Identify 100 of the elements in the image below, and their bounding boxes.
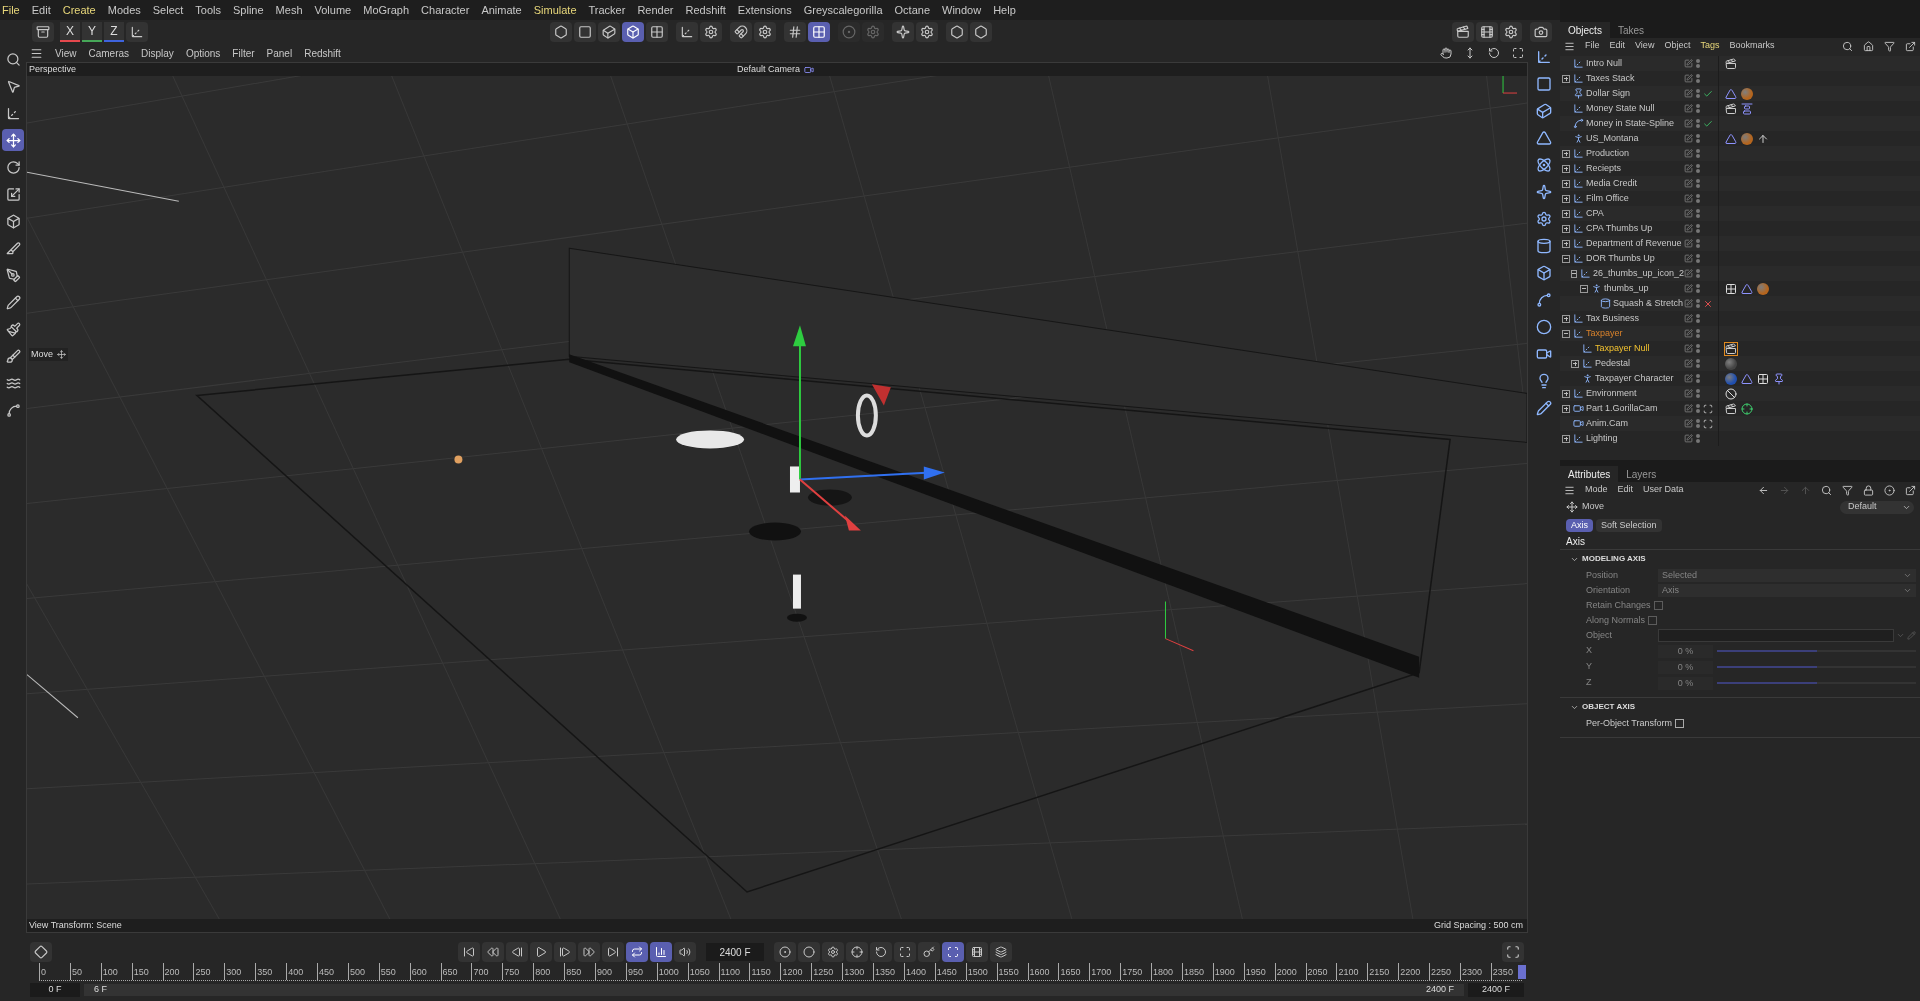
- edit-icon[interactable]: [1684, 314, 1693, 323]
- render-settings-icon[interactable]: [1500, 22, 1522, 42]
- visibility-dots-icon[interactable]: [1696, 314, 1700, 323]
- visibility-dots-icon[interactable]: [1696, 149, 1700, 158]
- axis-lock-button[interactable]: X: [60, 22, 80, 42]
- material-tag-icon[interactable]: [1725, 372, 1737, 385]
- view-menu-item[interactable]: Options: [185, 45, 221, 61]
- search-icon[interactable]: [1821, 484, 1832, 496]
- magnet-icon[interactable]: [730, 22, 752, 42]
- edit-icon[interactable]: [1684, 344, 1693, 353]
- edit-icon[interactable]: [1684, 374, 1693, 383]
- menu-icon[interactable]: [1564, 484, 1575, 496]
- attribute-tab[interactable]: Soft Selection: [1596, 518, 1662, 532]
- expand-toggle[interactable]: [1562, 224, 1570, 233]
- prev-frame-icon[interactable]: [506, 942, 528, 962]
- settings-icon[interactable]: [754, 22, 776, 42]
- menu-item[interactable]: Tracker: [588, 1, 626, 19]
- visibility-dots-icon[interactable]: [1696, 404, 1700, 413]
- edit-icon[interactable]: [1684, 89, 1693, 98]
- check-icon[interactable]: [1703, 118, 1713, 129]
- collapse-toggle[interactable]: [1562, 329, 1570, 338]
- grid-icon[interactable]: [784, 22, 806, 42]
- visibility-dots-icon[interactable]: [1696, 284, 1700, 293]
- checker-tag-icon[interactable]: [1725, 282, 1737, 295]
- menu-item[interactable]: MoGraph: [363, 1, 410, 19]
- points-mode-icon[interactable]: [550, 22, 572, 42]
- axis-lock-button[interactable]: Z: [104, 22, 124, 42]
- object-name[interactable]: Tax Business: [1586, 311, 1640, 326]
- expand-toggle[interactable]: [1562, 149, 1570, 158]
- material-tag-icon[interactable]: [1757, 282, 1769, 295]
- menu-item[interactable]: Spline: [233, 1, 264, 19]
- settings-icon[interactable]: [822, 942, 844, 962]
- visibility-dots-icon[interactable]: [1696, 209, 1700, 218]
- expand-toggle[interactable]: [1562, 314, 1570, 323]
- crosshair-icon[interactable]: [846, 942, 868, 962]
- visibility-dots-icon[interactable]: [1696, 104, 1700, 113]
- external-link-icon[interactable]: [1905, 40, 1916, 52]
- visibility-dots-icon[interactable]: [1696, 329, 1700, 338]
- visibility-dots-icon[interactable]: [1696, 419, 1700, 428]
- edit-icon[interactable]: [1684, 269, 1693, 278]
- object-name[interactable]: Media Credit: [1586, 176, 1638, 191]
- menu-item[interactable]: Redshift: [685, 1, 726, 19]
- ban-tag-icon[interactable]: [1725, 387, 1737, 400]
- checkbox[interactable]: [1675, 719, 1685, 728]
- visibility-dots-icon[interactable]: [1696, 134, 1700, 143]
- expand-toggle[interactable]: [1562, 164, 1570, 173]
- edit-icon[interactable]: [1684, 254, 1693, 263]
- attribute-tab[interactable]: Axis: [1566, 518, 1593, 532]
- object-name[interactable]: Anim.Cam: [1586, 416, 1628, 431]
- edit-icon[interactable]: [1684, 389, 1693, 398]
- collapse-toggle[interactable]: [1562, 254, 1570, 263]
- pan-icon[interactable]: [1440, 47, 1452, 59]
- edit-icon[interactable]: [1684, 299, 1693, 308]
- menu-item[interactable]: Volume: [314, 1, 352, 19]
- layers-icon[interactable]: [990, 942, 1012, 962]
- panel-tab[interactable]: Takes: [1609, 22, 1653, 38]
- view-menu-item[interactable]: View: [55, 45, 77, 61]
- object-name[interactable]: Dollar Sign: [1586, 86, 1631, 101]
- edit-icon[interactable]: [1684, 179, 1693, 188]
- menu-item[interactable]: Animate: [481, 1, 522, 19]
- edit-icon[interactable]: [1684, 194, 1693, 203]
- menu-item[interactable]: Create: [62, 1, 96, 19]
- orbit-icon[interactable]: [1488, 47, 1500, 59]
- menu-item[interactable]: Edit: [31, 1, 51, 19]
- object-name[interactable]: Taxpayer Character: [1595, 371, 1674, 386]
- settings-icon[interactable]: [916, 22, 938, 42]
- menu-icon[interactable]: [30, 46, 43, 60]
- panel-tab[interactable]: Objects: [1560, 22, 1610, 38]
- checker-tag-icon[interactable]: [1757, 372, 1769, 385]
- key-icon[interactable]: [918, 942, 940, 962]
- material-tag-icon[interactable]: [1741, 87, 1753, 100]
- visibility-dots-icon[interactable]: [1696, 164, 1700, 173]
- next-frame-icon[interactable]: [554, 942, 576, 962]
- view-menu-item[interactable]: Redshift: [304, 45, 341, 61]
- object-name[interactable]: Film Office: [1586, 191, 1629, 206]
- object-name[interactable]: DOR Thumbs Up: [1586, 251, 1655, 266]
- menu-item[interactable]: Render: [637, 1, 674, 19]
- settings-icon[interactable]: [700, 22, 722, 42]
- object-name[interactable]: CPA Thumbs Up: [1586, 221, 1653, 236]
- object-name[interactable]: US_Montana: [1586, 131, 1639, 146]
- sound-icon[interactable]: [674, 942, 696, 962]
- expand-toggle[interactable]: [1562, 389, 1570, 398]
- visibility-dots-icon[interactable]: [1696, 224, 1700, 233]
- material-tag-icon[interactable]: [1741, 132, 1753, 145]
- target-icon[interactable]: [1884, 484, 1895, 496]
- object-name[interactable]: Taxpayer: [1586, 326, 1623, 341]
- view-menu-item[interactable]: Panel: [266, 45, 293, 61]
- search-icon[interactable]: [1842, 40, 1853, 52]
- panel-tab[interactable]: Attributes: [1560, 466, 1619, 482]
- object-name[interactable]: Part 1.GorillaCam: [1586, 401, 1658, 416]
- edit-icon[interactable]: [1684, 224, 1693, 233]
- expand-toggle[interactable]: [1562, 74, 1570, 83]
- menu-item[interactable]: Mode: [1585, 483, 1608, 497]
- external-link-icon[interactable]: [1905, 484, 1916, 496]
- menu-item[interactable]: Select: [152, 1, 184, 19]
- axis-icon[interactable]: [676, 22, 698, 42]
- edit-icon[interactable]: [1684, 329, 1693, 338]
- keyframe-icon[interactable]: [30, 942, 52, 962]
- visibility-dots-icon[interactable]: [1696, 59, 1700, 68]
- play-icon[interactable]: [530, 942, 552, 962]
